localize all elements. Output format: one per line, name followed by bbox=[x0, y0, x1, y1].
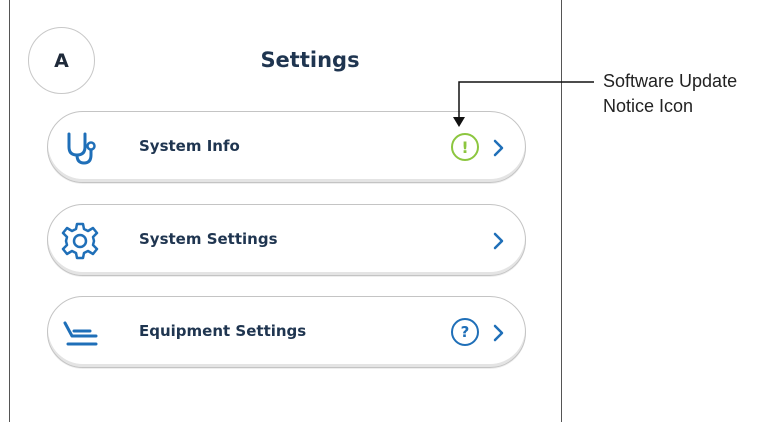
callout-label: Software Update Notice Icon bbox=[603, 69, 774, 119]
callout-line-2: Notice Icon bbox=[603, 96, 694, 116]
callout-arrow bbox=[453, 81, 594, 127]
callout-line-1: Software Update bbox=[603, 71, 738, 91]
